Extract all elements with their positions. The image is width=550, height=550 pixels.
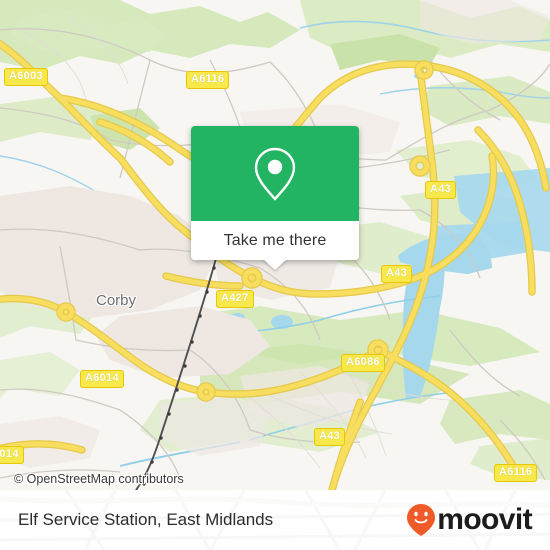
road-shield: A6014 <box>80 370 124 388</box>
popup-icon-area <box>191 126 359 221</box>
place-label-corby: Corby <box>96 292 137 309</box>
footer-bar: Elf Service Station, East Midlands moovi… <box>0 490 550 550</box>
road-shield: A6003 <box>4 68 48 86</box>
road-shield: A6116 <box>186 71 230 89</box>
popup-pointer-tail <box>263 259 287 270</box>
take-me-there-label: Take me there <box>223 231 327 249</box>
road-shield: A43 <box>381 265 413 283</box>
location-popup-card[interactable]: Take me there <box>191 126 359 270</box>
road-shield: A43 <box>314 428 346 446</box>
road-shield: A43 <box>425 181 457 199</box>
road-shield: A427 <box>216 290 254 308</box>
map-canvas[interactable]: Corby A6003 A6116 A43 A43 A427 A6086 A60… <box>0 0 550 490</box>
moovit-smiley-pin-icon <box>407 504 436 536</box>
moovit-logo[interactable]: moovit <box>406 503 533 537</box>
moovit-map-screenshot: Corby A6003 A6116 A43 A43 A427 A6086 A60… <box>0 0 550 550</box>
road-shield: A6086 <box>341 354 385 372</box>
location-title: Elf Service Station, East Midlands <box>18 510 274 529</box>
road-shield: 6014 <box>0 446 24 464</box>
road-shield: A6116 <box>494 464 538 482</box>
map-pin-icon <box>254 147 296 201</box>
popup-action-area[interactable]: Take me there <box>191 221 359 270</box>
osm-attribution: © OpenStreetMap contributors <box>14 472 184 486</box>
moovit-wordmark: moovit <box>437 503 532 536</box>
